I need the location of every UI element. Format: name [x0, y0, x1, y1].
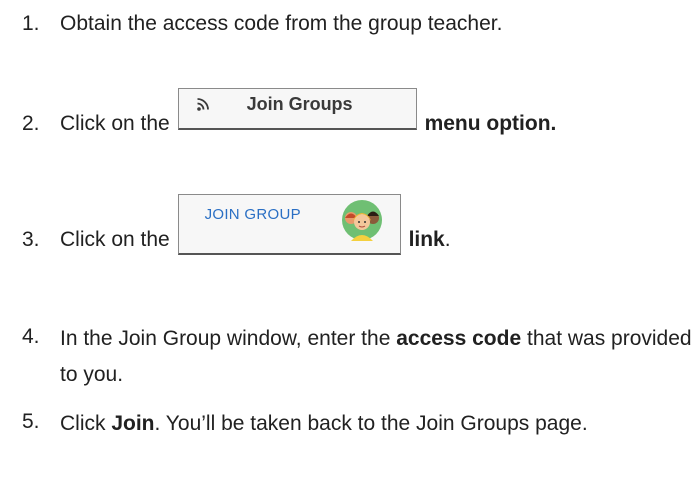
step-text-punct: .: [444, 228, 451, 251]
step-text-bold: Join: [111, 412, 155, 435]
step-text-before: In the Join Group window, enter the: [60, 327, 391, 350]
step-text-bold: access code: [396, 327, 522, 350]
step-text: Click on the Join Groups menu option.: [60, 88, 557, 140]
step-text-before: Click on the: [60, 112, 176, 135]
step-number: 4.: [22, 325, 40, 348]
step-text: Click Join. You’ll be taken back to the …: [60, 406, 660, 442]
step-text-before: Click: [60, 412, 106, 435]
group-avatar-icon: [341, 200, 382, 241]
step-text-after: . You’ll be taken back to the Join Group…: [154, 412, 588, 435]
step-text: Obtain the access code from the group te…: [60, 12, 503, 35]
join-group-link-label: JOIN GROUP: [204, 206, 301, 223]
step-number: 3.: [22, 228, 40, 251]
join-groups-menu-button[interactable]: Join Groups: [177, 88, 417, 130]
step-number: 5.: [22, 410, 40, 433]
rss-feed-icon: [196, 98, 209, 111]
step-text: Click on the JOIN GROUP link.: [60, 194, 451, 256]
join-groups-label: Join Groups: [246, 94, 353, 114]
join-group-link[interactable]: JOIN GROUP: [177, 194, 401, 255]
step-text-after: link: [408, 228, 445, 251]
step-text: In the Join Group window, enter the acce…: [60, 321, 694, 393]
step-text-before: Click on the: [60, 228, 176, 251]
step-number: 2.: [22, 112, 40, 135]
step-text-after: menu option.: [424, 112, 557, 135]
step-number: 1.: [22, 12, 40, 35]
